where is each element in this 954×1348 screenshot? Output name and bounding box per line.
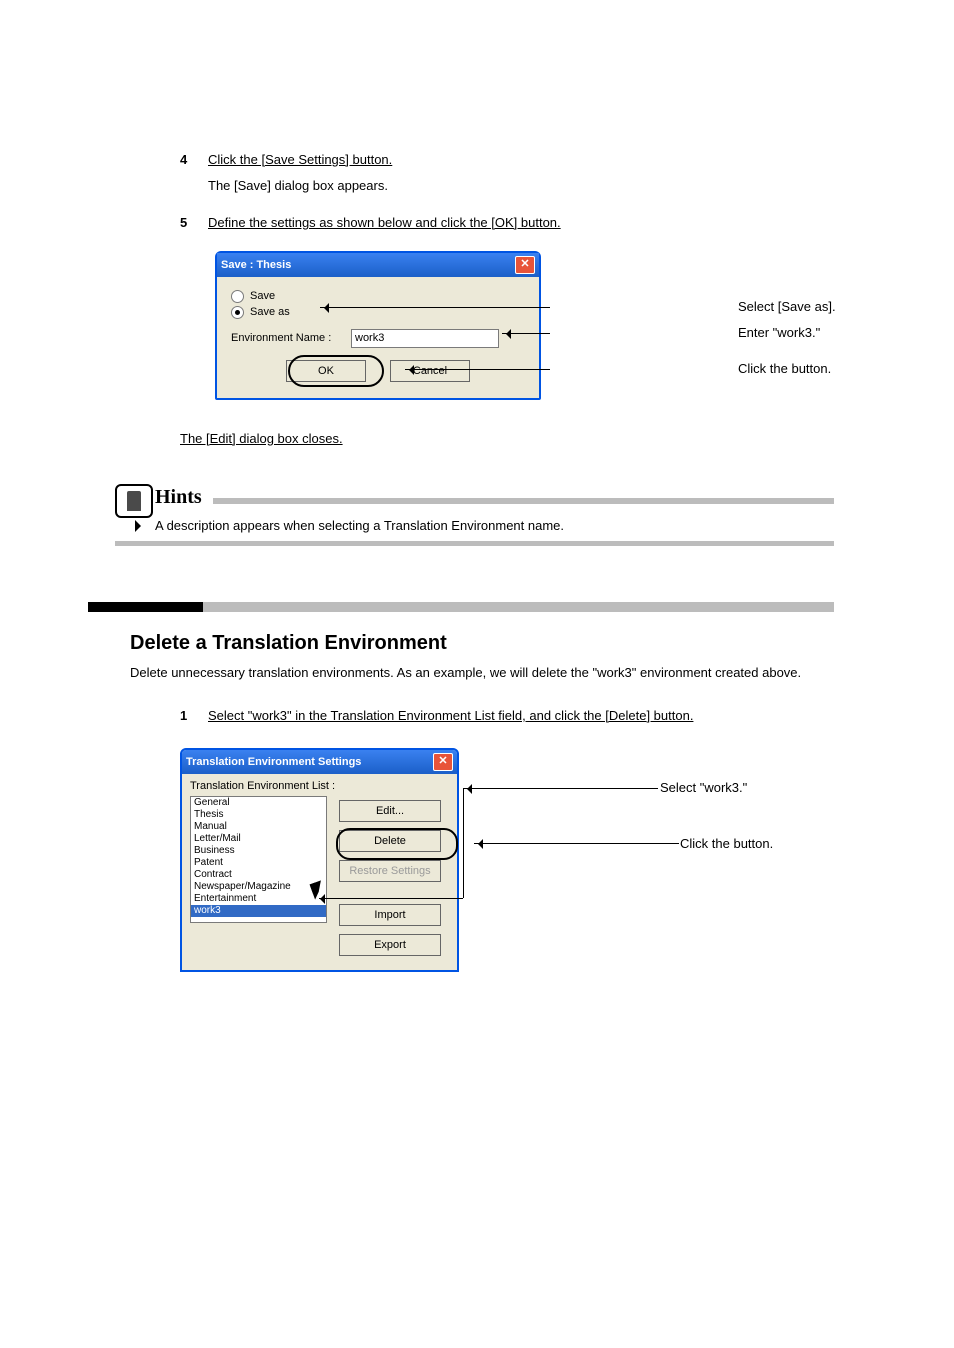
restore-button: Restore Settings [339, 860, 441, 882]
edit-button[interactable]: Edit... [339, 800, 441, 822]
arrow-to-input [502, 333, 550, 334]
step4-number: 4 [180, 150, 208, 170]
delete-button[interactable]: Delete [339, 830, 441, 852]
hints-bullet-icon [135, 520, 147, 532]
save-radio-label: Save [250, 290, 275, 302]
arrow-horizontal [319, 898, 463, 899]
arrowhead-to-item [315, 894, 325, 904]
save-dialog-title: Save : Thesis [221, 259, 291, 271]
section-bar-light [203, 602, 834, 612]
arrow-to-delete [474, 843, 514, 844]
step5-number: 5 [180, 213, 208, 233]
callout-enter-work3: Enter "work3." [738, 325, 820, 340]
callout-select-work3: Select "work3." [660, 780, 747, 795]
callout-click-ok: Click the button. [738, 361, 831, 376]
hints-label: Hints [155, 486, 202, 509]
save-radio[interactable]: Save [231, 290, 525, 303]
env-list-label: Translation Environment List : [190, 780, 449, 792]
callout-click-delete: Click the button. [680, 836, 773, 851]
import-button[interactable]: Import [339, 904, 441, 926]
export-button[interactable]: Export [339, 934, 441, 956]
list-item[interactable]: General [191, 797, 326, 809]
hints-text: A description appears when selecting a T… [155, 518, 795, 533]
edit-dialog-closes: The [Edit] dialog box closes. [180, 429, 854, 449]
list-item[interactable]: Patent [191, 857, 326, 869]
step5-text: Define the settings as shown below and c… [208, 213, 561, 233]
step4-after: The [Save] dialog box appears. [208, 176, 854, 196]
callout-select-saveas: Select [Save as]. [738, 299, 836, 314]
list-item[interactable]: Newspaper/Magazine [191, 881, 326, 893]
section-bar-dark [88, 602, 203, 612]
section-title: Delete a Translation Environment [130, 632, 954, 655]
close-icon[interactable]: ✕ [515, 256, 535, 274]
section-paragraph: Delete unnecessary translation environme… [130, 665, 834, 680]
list-item[interactable]: Contract [191, 869, 326, 881]
hints-bar [213, 498, 834, 504]
env-list[interactable]: General Thesis Manual Letter/Mail Busine… [190, 796, 327, 923]
save-as-radio-label: Save as [250, 306, 290, 318]
arrow-to-saveas [320, 307, 550, 308]
environment-name-label: Environment Name : [231, 332, 351, 344]
hints-underline [115, 541, 834, 546]
arrow-vertical [463, 788, 464, 898]
step4-text: Click the [Save Settings] button. [208, 150, 392, 170]
arrow-to-work3 [463, 788, 503, 789]
line-to-delete-callout [514, 843, 679, 844]
delete-step1-text: Select "work3" in the Translation Enviro… [208, 706, 693, 726]
list-item[interactable]: Business [191, 845, 326, 857]
settings-dialog: Translation Environment Settings ✕ Trans… [180, 748, 459, 972]
close-icon[interactable]: ✕ [433, 753, 453, 771]
hints-icon [115, 484, 153, 518]
settings-dialog-title: Translation Environment Settings [186, 756, 361, 768]
list-item[interactable]: Manual [191, 821, 326, 833]
delete-step1-number: 1 [180, 706, 208, 726]
arrow-to-ok [405, 369, 550, 370]
line-to-select-callout [503, 788, 658, 789]
save-dialog: Save : Thesis ✕ Save Save as Environment… [215, 251, 541, 400]
cancel-button[interactable]: Cancel [390, 360, 470, 382]
list-item[interactable]: Letter/Mail [191, 833, 326, 845]
list-item[interactable]: Entertainment [191, 893, 326, 905]
ok-button[interactable]: OK [286, 360, 366, 382]
list-item-selected[interactable]: work3 [191, 905, 326, 917]
environment-name-input[interactable] [351, 329, 499, 348]
list-item[interactable]: Thesis [191, 809, 326, 821]
